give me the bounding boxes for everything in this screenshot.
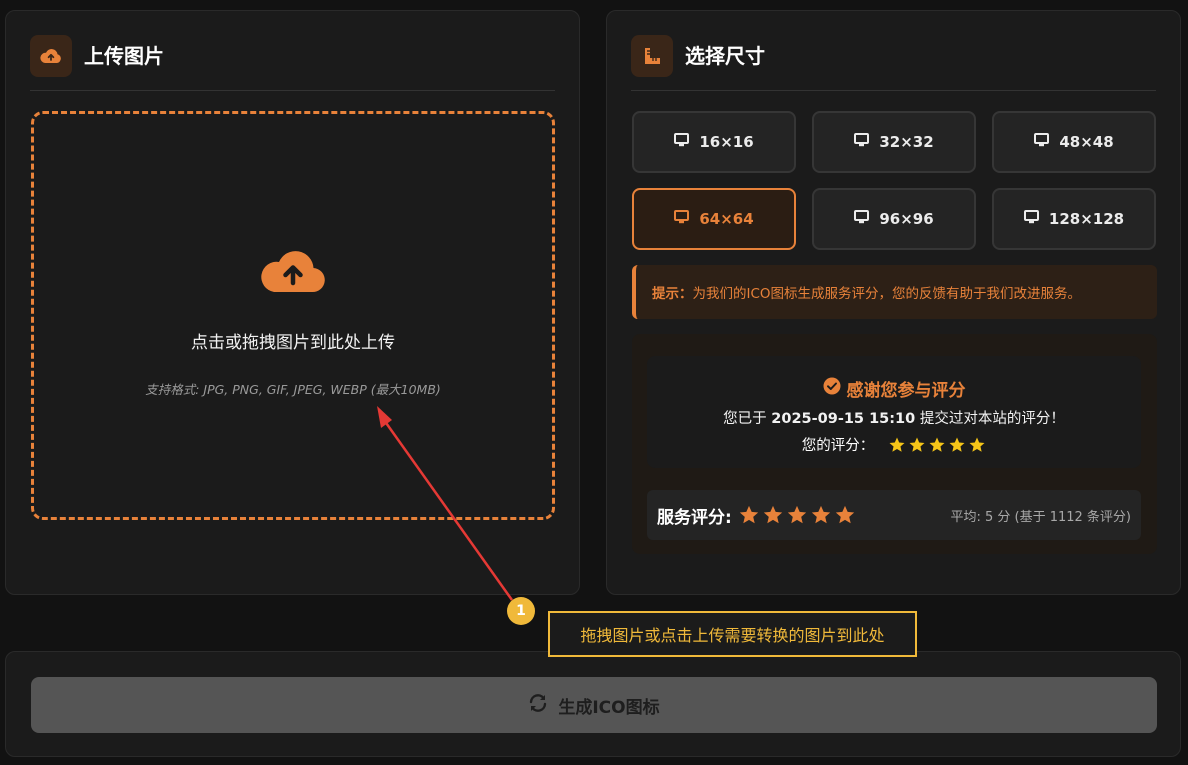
annotation-number-badge: 1 <box>507 597 535 625</box>
annotation-callout: 拖拽图片或点击上传需要转换的图片到此处 <box>548 611 917 657</box>
